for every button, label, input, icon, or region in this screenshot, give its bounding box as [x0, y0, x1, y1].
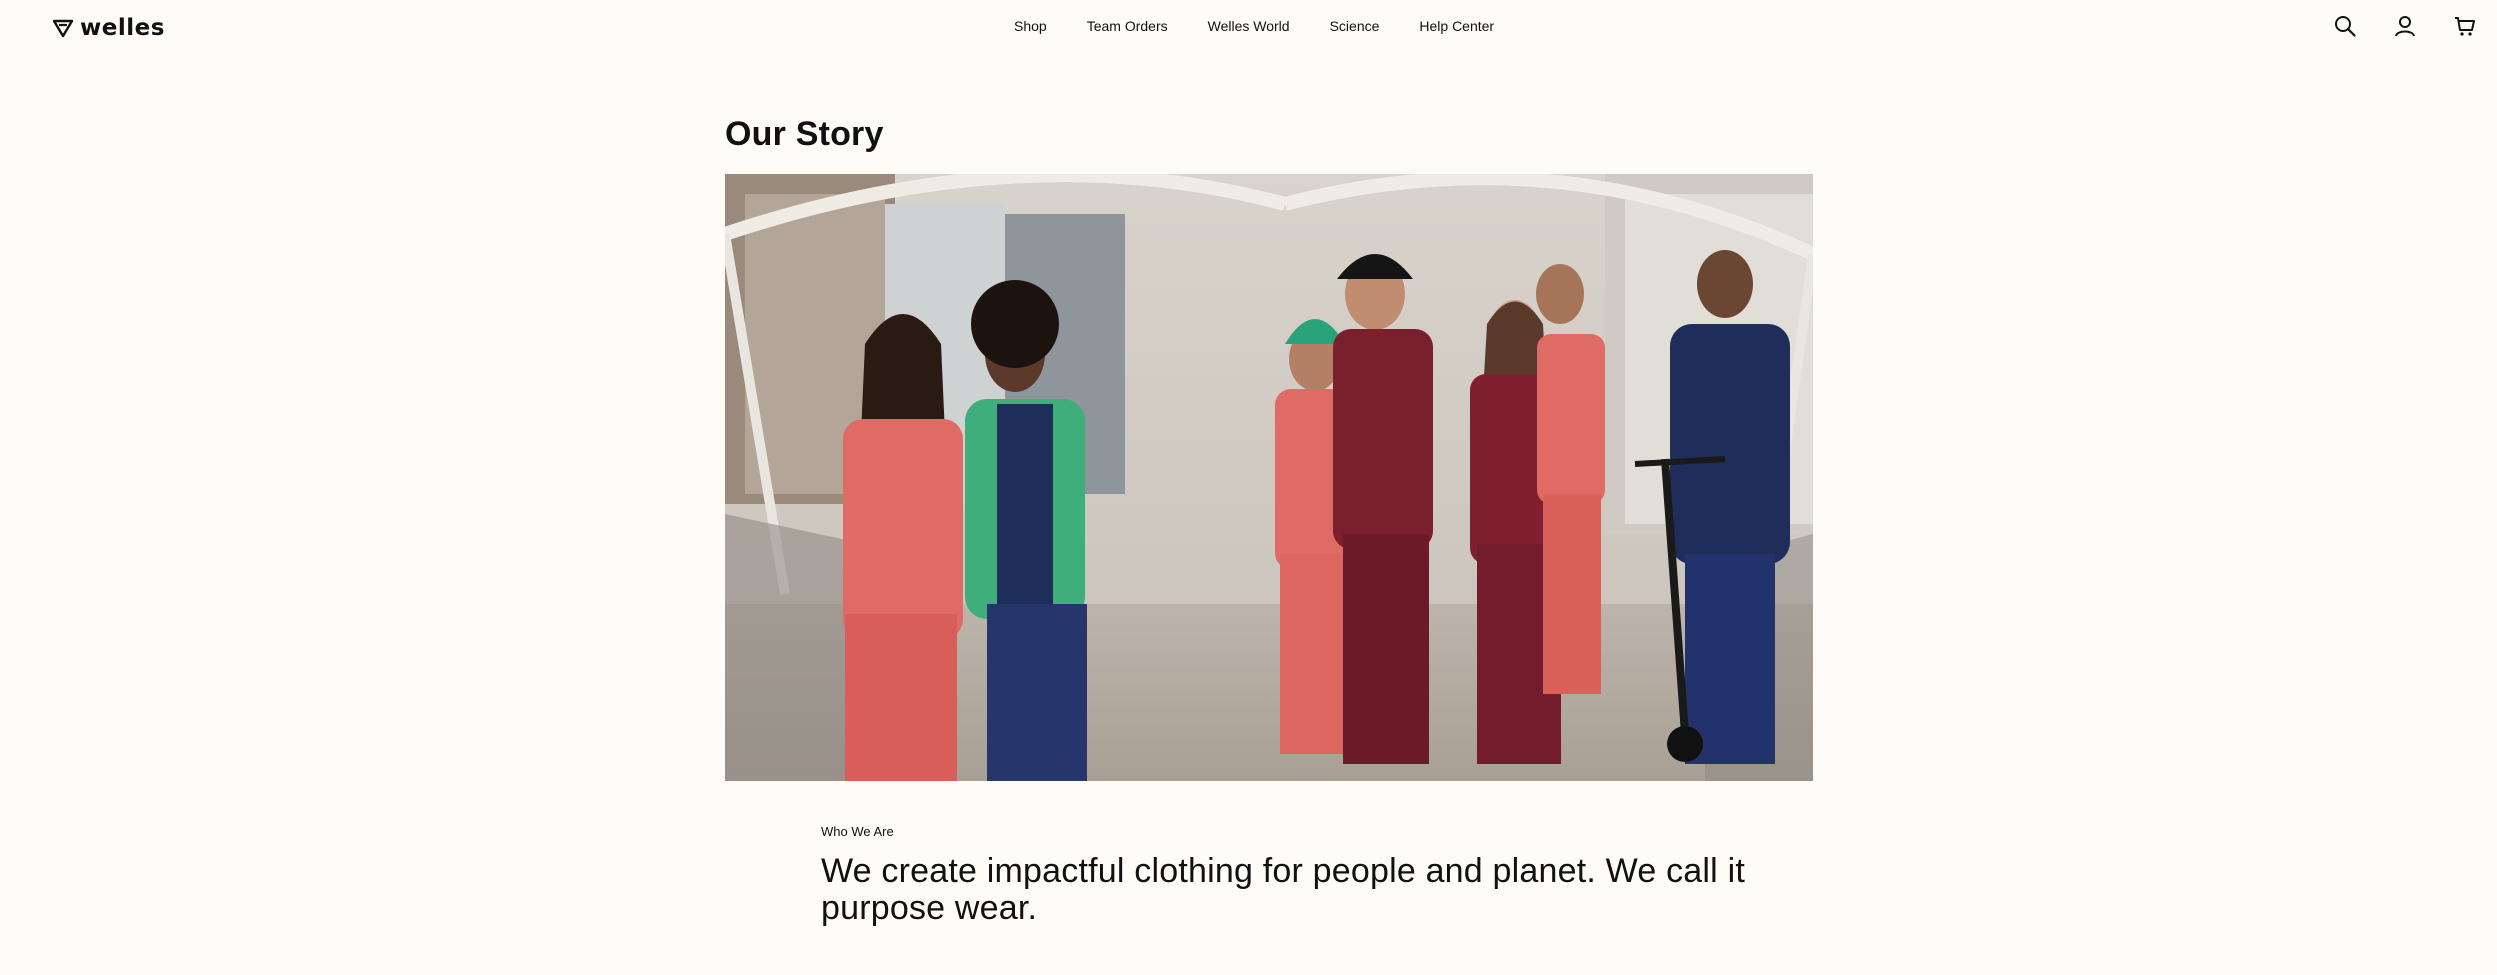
search-button[interactable] — [2333, 14, 2357, 38]
cart-button[interactable] — [2453, 14, 2477, 38]
main-nav: Shop Team Orders Welles World Science He… — [1014, 17, 1494, 35]
section-headline: We create impactful clothing for people … — [821, 852, 1745, 927]
account-icon — [2395, 16, 2415, 37]
nav-item-welles-world[interactable]: Welles World — [1208, 17, 1290, 35]
site-header: welles Shop Team Orders Welles World Sci… — [0, 0, 2497, 54]
search-icon — [2335, 16, 2356, 37]
nav-item-science[interactable]: Science — [1330, 17, 1380, 35]
nav-item-team-orders[interactable]: Team Orders — [1087, 17, 1168, 35]
cart-icon — [2455, 17, 2475, 36]
account-button[interactable] — [2393, 14, 2417, 38]
page-title: Our Story — [725, 115, 884, 153]
logo-text: welles — [80, 15, 165, 41]
nav-item-shop[interactable]: Shop — [1014, 17, 1047, 35]
logo[interactable]: welles — [52, 15, 165, 41]
heart-shield-icon — [52, 19, 74, 38]
hero-photo-team-walking — [725, 174, 1813, 781]
hero-image — [725, 174, 1813, 781]
section-eyebrow: Who We Are — [821, 824, 894, 839]
header-actions — [2333, 14, 2477, 38]
nav-item-help-center[interactable]: Help Center — [1419, 17, 1494, 35]
